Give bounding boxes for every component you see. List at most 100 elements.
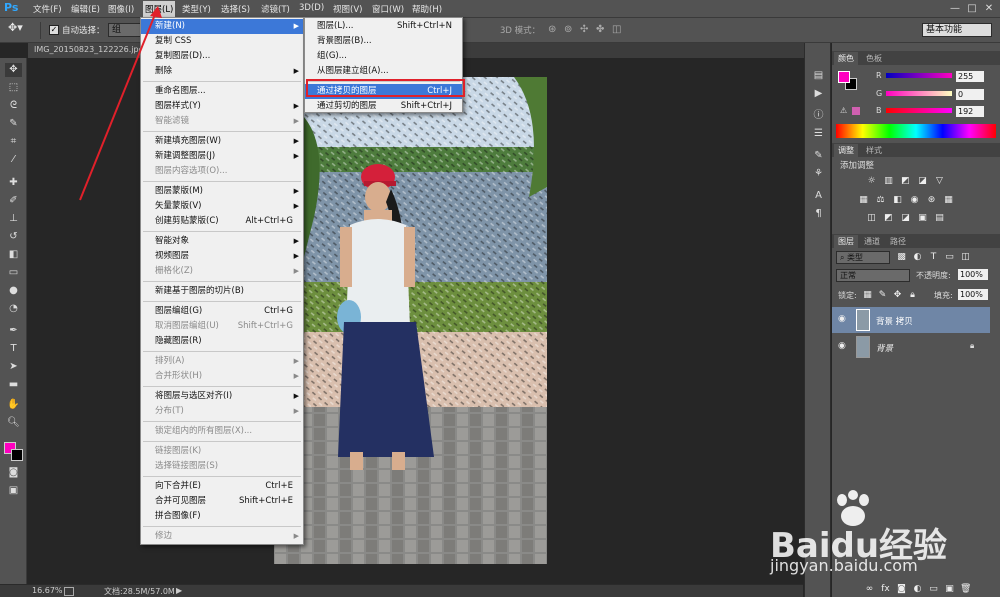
background-color-swatch[interactable] <box>11 449 23 461</box>
red-slider[interactable] <box>886 73 952 78</box>
blur-tool-icon[interactable]: ● <box>5 284 22 298</box>
color-foreground-swatch[interactable] <box>838 71 850 83</box>
layer-filter-dropdown[interactable]: ⌕ 类型 <box>836 251 890 264</box>
maximize-icon[interactable]: □ <box>965 2 979 15</box>
healing-tool-icon[interactable]: ✚ <box>5 176 22 190</box>
layer-name[interactable]: 背景 拷贝 <box>876 315 913 327</box>
link-layers-icon[interactable]: ∞ <box>864 584 875 595</box>
properties-icon[interactable]: ☰ <box>811 126 826 141</box>
3d-scale-icon[interactable]: ◫ <box>612 24 621 37</box>
tab-swatches[interactable]: 色板 <box>862 52 886 65</box>
3d-roll-icon[interactable]: ⊚ <box>564 24 572 37</box>
lasso-tool-icon[interactable]: ᘓ <box>5 99 22 113</box>
color-balance-icon[interactable]: ⚖ <box>875 195 886 206</box>
menu-filter[interactable]: 滤镜(T) <box>261 3 290 15</box>
move-tool-icon[interactable]: ✥▾ <box>8 21 23 34</box>
color-spectrum[interactable] <box>836 124 996 138</box>
layer-row-background[interactable]: ◉ 背景 🔒︎ <box>832 334 990 360</box>
layer-menu-item[interactable]: 合并可见图层 Shift+Ctrl+E <box>141 494 303 509</box>
menu-type[interactable]: 类型(Y) <box>182 3 211 15</box>
blue-value[interactable]: 192 <box>956 106 984 117</box>
pen-tool-icon[interactable]: ✒ <box>5 324 22 338</box>
layer-row-background-copy[interactable]: ◉ 背景 拷贝 <box>832 307 990 333</box>
filter-type-icon[interactable]: T <box>928 252 939 263</box>
layer-menu-item[interactable]: 图层编组(G) Ctrl+G <box>141 304 303 319</box>
fill-value[interactable]: 100% <box>958 289 988 300</box>
new-submenu-item[interactable]: 图层(L)... Shift+Ctrl+N <box>305 19 462 34</box>
gradient-tool-icon[interactable]: ▭ <box>5 266 22 280</box>
layer-menu-item[interactable]: 创建剪贴蒙版(C) Alt+Ctrl+G <box>141 214 303 229</box>
zoom-tool-icon[interactable]: 🔍︎ <box>5 416 22 430</box>
3d-pan-icon[interactable]: ✣ <box>580 24 588 37</box>
history-icon[interactable]: ▤ <box>811 68 826 83</box>
menu-file[interactable]: 文件(F) <box>33 3 62 15</box>
tab-color[interactable]: 颜色 <box>834 52 858 65</box>
new-submenu-item[interactable]: 组(G)... <box>305 49 462 64</box>
filter-adjust-icon[interactable]: ◐ <box>912 252 923 263</box>
gamut-warning-icon[interactable]: ⚠ <box>840 106 847 115</box>
lock-transparent-icon[interactable]: ▦ <box>862 290 873 301</box>
visibility-eye-icon[interactable]: ◉ <box>838 341 846 351</box>
dodge-tool-icon[interactable]: ◔ <box>5 302 22 316</box>
levels-icon[interactable]: ▥ <box>883 176 894 187</box>
add-mask-icon[interactable]: ◙ <box>896 584 907 595</box>
layer-menu-item[interactable]: 新建基于图层的切片(B) <box>141 284 303 299</box>
gradient-map-icon[interactable]: ▤ <box>934 213 945 224</box>
3d-orbit-icon[interactable]: ⊛ <box>548 24 556 37</box>
lock-all-icon[interactable]: 🔒︎ <box>907 290 918 301</box>
history-brush-icon[interactable]: ↺ <box>5 230 22 244</box>
threshold-icon[interactable]: ◪ <box>900 213 911 224</box>
green-slider[interactable] <box>886 91 952 96</box>
filter-shape-icon[interactable]: ▭ <box>944 252 955 263</box>
brightness-icon[interactable]: ☼ <box>866 176 877 187</box>
filter-pixel-icon[interactable]: ▩ <box>896 252 907 263</box>
status-menu-arrow-icon[interactable]: ▶ <box>176 586 182 595</box>
brush-panel-icon[interactable]: ✎ <box>811 148 826 163</box>
gamut-swatch[interactable] <box>852 107 860 115</box>
green-value[interactable]: 0 <box>956 89 984 100</box>
quick-select-tool-icon[interactable]: ✎ <box>5 117 22 131</box>
clone-source-icon[interactable]: ⚘ <box>811 166 826 181</box>
new-layer-icon[interactable]: ▣ <box>944 584 955 595</box>
brush-tool-icon[interactable]: ✐ <box>5 194 22 208</box>
menu-view[interactable]: 视图(V) <box>333 3 362 15</box>
hue-saturation-icon[interactable]: ▦ <box>858 195 869 206</box>
lock-pixels-icon[interactable]: ✎ <box>877 290 888 301</box>
tab-paths[interactable]: 路径 <box>886 235 910 248</box>
3d-slide-icon[interactable]: ✤ <box>596 24 604 37</box>
blue-slider[interactable] <box>886 108 952 113</box>
menu-select[interactable]: 选择(S) <box>221 3 250 15</box>
path-select-tool-icon[interactable]: ➤ <box>5 360 22 374</box>
black-white-icon[interactable]: ◧ <box>892 195 903 206</box>
opacity-value[interactable]: 100% <box>958 269 988 280</box>
layer-menu-item[interactable]: 视频图层 ▶ <box>141 249 303 264</box>
layer-name[interactable]: 背景 <box>876 342 893 354</box>
eraser-tool-icon[interactable]: ◧ <box>5 248 22 262</box>
new-submenu-item[interactable]: 背景图层(B)... <box>305 34 462 49</box>
type-tool-icon[interactable]: T <box>5 342 22 356</box>
info-icon[interactable]: ⓘ <box>811 108 826 123</box>
move-tool-icon[interactable]: ✥ <box>5 63 22 77</box>
crop-tool-icon[interactable]: ⌗ <box>5 135 22 149</box>
marquee-tool-icon[interactable]: ⬚ <box>5 81 22 95</box>
workspace-dropdown[interactable]: 基本功能 <box>922 23 992 37</box>
layer-menu-item[interactable]: 隐藏图层(R) <box>141 334 303 349</box>
layer-menu-item[interactable]: 拼合图像(F) <box>141 509 303 524</box>
tab-layers[interactable]: 图层 <box>834 235 858 248</box>
new-submenu-item[interactable]: 从图层建立组(A)... <box>305 64 462 79</box>
screen-mode-icon[interactable]: ▣ <box>5 484 22 498</box>
auto-select-checkbox[interactable]: ✓ <box>49 25 59 35</box>
quick-mask-icon[interactable]: ◙ <box>5 466 22 480</box>
minimize-icon[interactable]: — <box>948 2 962 15</box>
lock-position-icon[interactable]: ✥ <box>892 290 903 301</box>
tab-adjustments[interactable]: 调整 <box>834 144 858 157</box>
layer-style-icon[interactable]: fx <box>880 584 891 595</box>
export-icon[interactable] <box>64 587 74 596</box>
actions-play-icon[interactable]: ▶ <box>811 86 826 101</box>
posterize-icon[interactable]: ◩ <box>883 213 894 224</box>
menu-window[interactable]: 窗口(W) <box>372 3 404 15</box>
zoom-level[interactable]: 16.67% <box>32 586 63 595</box>
hand-tool-icon[interactable]: ✋ <box>5 398 22 412</box>
invert-icon[interactable]: ◫ <box>866 213 877 224</box>
channel-mixer-icon[interactable]: ⊛ <box>926 195 937 206</box>
